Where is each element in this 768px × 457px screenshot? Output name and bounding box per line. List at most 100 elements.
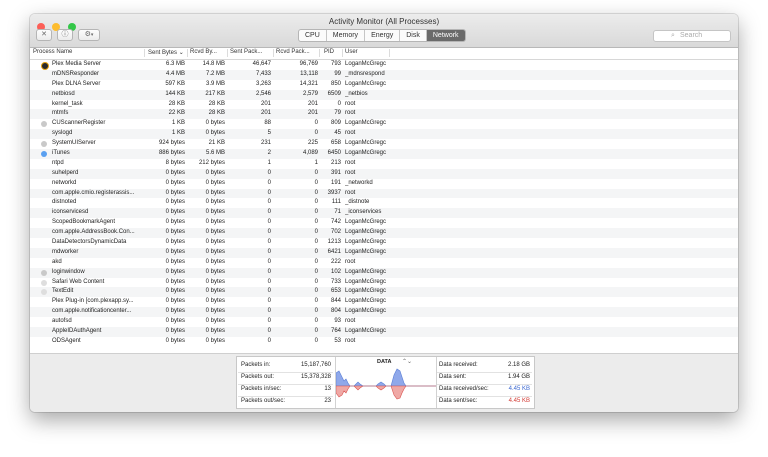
rcvd-packets-cell: 14,321 bbox=[299, 80, 318, 87]
search-field[interactable]: ⌕ Search bbox=[653, 30, 731, 42]
table-row[interactable]: Safari Web Content 0 bytes 0 bytes 0 0 733 Log… bbox=[30, 278, 738, 288]
user-cell: root bbox=[345, 100, 356, 107]
doc-app-icon bbox=[41, 289, 47, 296]
column-sent-packets[interactable]: Sent Pack... bbox=[230, 49, 262, 55]
table-row[interactable]: Plex Plug-in [com.plexapp.sy... 0 bytes 0 … bbox=[30, 297, 738, 307]
sent-packets-cell: 7,433 bbox=[255, 70, 271, 77]
tab-cpu[interactable]: CPU bbox=[299, 30, 327, 41]
table-row[interactable]: netbiosd 144 KB 217 KB 2,546 2,579 6509 _netbi… bbox=[30, 89, 738, 100]
sent-packets-cell: 0 bbox=[267, 229, 271, 236]
table-row[interactable]: mdworker 0 bytes 0 bytes 0 0 6421 LoganMcGregc bbox=[30, 247, 738, 258]
table-row[interactable]: kernel_task 28 KB 28 KB 201 201 0 root bbox=[30, 100, 738, 110]
sent-packets-cell: 0 bbox=[267, 219, 271, 226]
column-process-name[interactable]: Process Name bbox=[33, 49, 72, 55]
action-menu-button[interactable]: ⚙▾ bbox=[78, 29, 100, 41]
rcvd-bytes-cell: 0 bytes bbox=[205, 239, 225, 246]
inspect-process-button[interactable]: ⓘ bbox=[57, 29, 73, 41]
rcvd-bytes-cell: 0 bytes bbox=[205, 179, 225, 186]
table-row[interactable]: syslogd 1 KB 0 bytes 5 0 45 root bbox=[30, 129, 738, 140]
stat-value: 4.45 KB bbox=[508, 398, 530, 404]
table-row[interactable]: ntpd 8 bytes 212 bytes 1 1 213 root bbox=[30, 159, 738, 169]
column-sent-bytes[interactable]: Sent Bytes ⌄ bbox=[148, 49, 184, 56]
table-row[interactable]: Plex Media Server 6.3 MB 14.8 MB 46,647 96,7… bbox=[30, 60, 738, 70]
user-cell: root bbox=[345, 189, 356, 196]
tab-disk[interactable]: Disk bbox=[400, 30, 427, 41]
table-row[interactable]: TextEdit 0 bytes 0 bytes 0 0 653 LoganMcGregc bbox=[30, 287, 738, 298]
stat-label: Packets in: bbox=[241, 362, 271, 368]
stat-value: 1.94 GB bbox=[507, 374, 530, 380]
stat-value: 15,187,760 bbox=[300, 362, 331, 368]
table-row[interactable]: ScopedBookmarkAgent 0 bytes 0 bytes 0 0 742 Lo… bbox=[30, 218, 738, 228]
column-divider bbox=[144, 49, 145, 57]
sent-bytes-cell: 28 KB bbox=[168, 100, 185, 107]
pid-cell: 191 bbox=[330, 179, 341, 186]
table-row[interactable]: mDNSResponder 4.4 MB 7.2 MB 7,433 13,118 99 _m… bbox=[30, 69, 738, 80]
user-cell: _netbios bbox=[345, 90, 368, 97]
table-row[interactable]: com.apple.cmio.registerassis... 0 bytes 0 … bbox=[30, 188, 738, 199]
rcvd-bytes-cell: 3.9 MB bbox=[205, 80, 225, 87]
process-name-cell: mdworker bbox=[52, 248, 79, 255]
rcvd-bytes-cell: 0 bytes bbox=[205, 318, 225, 325]
rcvd-bytes-cell: 14.8 MB bbox=[202, 61, 225, 67]
rcvd-packets-cell: 0 bbox=[314, 219, 318, 226]
table-row[interactable]: CUScannerRegister 1 KB 0 bytes 88 0 809 LoganM… bbox=[30, 119, 738, 129]
pid-cell: 71 bbox=[334, 209, 341, 216]
rcvd-bytes-cell: 0 bytes bbox=[205, 298, 225, 305]
sent-bytes-cell: 0 bytes bbox=[165, 189, 185, 196]
pid-cell: 702 bbox=[330, 229, 341, 236]
doc-app-icon bbox=[41, 279, 47, 286]
table-row[interactable]: iTunes 886 bytes 5.6 MB 2 4,089 6450 LoganMcGr… bbox=[30, 149, 738, 159]
table-row[interactable]: suhelperd 0 bytes 0 bytes 0 0 391 root bbox=[30, 168, 738, 179]
user-cell: LoganMcGregc bbox=[345, 120, 387, 127]
tab-energy[interactable]: Energy bbox=[365, 30, 401, 41]
table-row[interactable]: autofsd 0 bytes 0 bytes 0 0 93 root bbox=[30, 317, 738, 327]
sent-packets-cell: 0 bbox=[267, 189, 271, 196]
quit-process-button[interactable]: ✕ bbox=[36, 29, 52, 41]
table-row[interactable]: DataDetectorsDynamicData 0 bytes 0 bytes 0 0… bbox=[30, 238, 738, 248]
rcvd-packets-cell: 0 bbox=[314, 239, 318, 246]
sent-bytes-cell: 0 bytes bbox=[165, 179, 185, 186]
network-summary-area: Packets in: 15,187,760 Packets out: 15,378,… bbox=[30, 353, 738, 412]
app-app-icon bbox=[41, 121, 47, 128]
table-row[interactable]: mtmfs 22 KB 28 KB 201 201 79 root bbox=[30, 109, 738, 120]
rcvd-bytes-cell: 0 bytes bbox=[205, 278, 225, 285]
process-name-cell: TextEdit bbox=[52, 288, 74, 295]
table-row[interactable]: loginwindow 0 bytes 0 bytes 0 0 102 LoganMcGre… bbox=[30, 267, 738, 278]
process-name-cell: suhelperd bbox=[52, 169, 79, 176]
table-row[interactable]: akd 0 bytes 0 bytes 0 0 222 root bbox=[30, 258, 738, 268]
column-rcvd-bytes[interactable]: Rcvd By... bbox=[190, 49, 217, 55]
table-row[interactable]: distnoted 0 bytes 0 bytes 0 0 111 _distnote bbox=[30, 198, 738, 208]
table-row[interactable]: iconservicesd 0 bytes 0 bytes 0 0 71 _iconserv… bbox=[30, 208, 738, 219]
tab-network[interactable]: Network bbox=[426, 30, 465, 41]
process-name-cell: DataDetectorsDynamicData bbox=[52, 239, 127, 246]
table-row[interactable]: com.apple.notificationcenter... 0 bytes 0 … bbox=[30, 307, 738, 318]
rcvd-packets-cell: 0 bbox=[314, 328, 318, 335]
table-row[interactable]: Plex DLNA Server 597 KB 3.9 MB 3,263 14,321 8… bbox=[30, 80, 738, 90]
table-row[interactable]: networkd 0 bytes 0 bytes 0 0 191 _networkd bbox=[30, 179, 738, 189]
data-received-series bbox=[336, 368, 436, 387]
table-row[interactable]: com.apple.AddressBook.Con... 0 bytes 0 byt… bbox=[30, 228, 738, 239]
user-cell: LoganMcGregc bbox=[345, 288, 387, 295]
column-user[interactable]: User bbox=[345, 49, 358, 55]
pid-cell: 6509 bbox=[327, 90, 341, 97]
process-name-cell: Plex Plug-in [com.plexapp.sy... bbox=[52, 298, 134, 305]
pid-cell: 733 bbox=[330, 278, 341, 285]
tab-memory[interactable]: Memory bbox=[327, 30, 366, 41]
table-row[interactable]: ODSAgent 0 bytes 0 bytes 0 0 53 root bbox=[30, 337, 738, 347]
rcvd-bytes-cell: 212 bytes bbox=[198, 159, 225, 166]
rcvd-bytes-cell: 0 bytes bbox=[205, 258, 225, 265]
user-cell: LoganMcGregc bbox=[345, 61, 387, 67]
process-name-cell: loginwindow bbox=[52, 268, 85, 275]
column-rcvd-packets[interactable]: Rcvd Pack... bbox=[276, 49, 310, 55]
user-cell: LoganMcGregc bbox=[345, 298, 387, 305]
user-cell: root bbox=[345, 258, 356, 265]
table-row[interactable]: AppleIDAuthAgent 0 bytes 0 bytes 0 0 764 Logan… bbox=[30, 327, 738, 337]
column-pid[interactable]: PID bbox=[324, 49, 334, 55]
process-name-cell: netbiosd bbox=[52, 90, 75, 97]
process-name-cell: mtmfs bbox=[52, 110, 69, 117]
process-name-cell: iconservicesd bbox=[52, 209, 89, 216]
sent-bytes-cell: 1 KB bbox=[171, 120, 185, 127]
rcvd-packets-cell: 0 bbox=[314, 209, 318, 216]
data-sent-series bbox=[336, 385, 436, 400]
table-row[interactable]: SystemUIServer 924 bytes 21 KB 231 225 658 Log… bbox=[30, 139, 738, 149]
